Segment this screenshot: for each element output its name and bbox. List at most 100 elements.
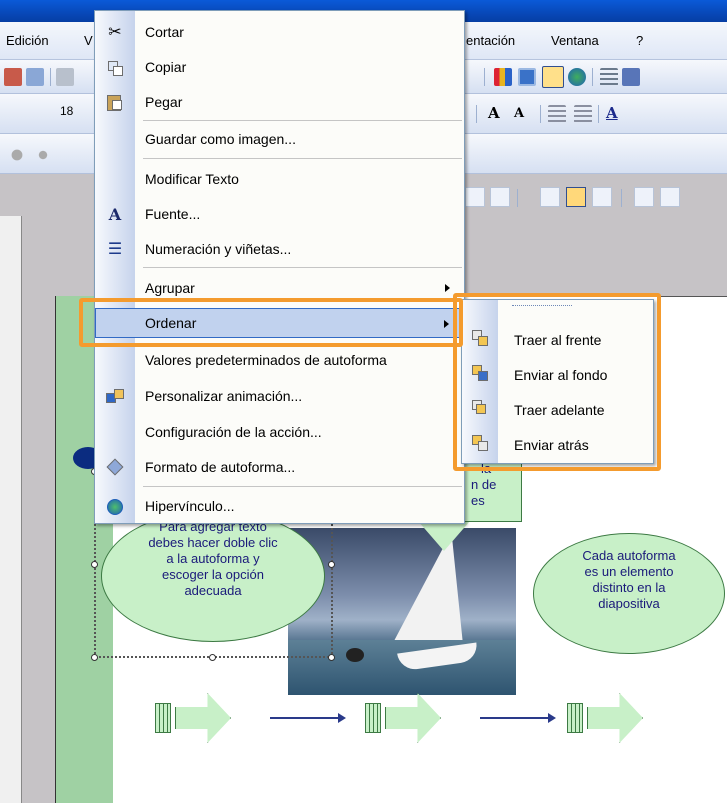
resize-handle[interactable]	[91, 561, 98, 568]
callout-tail	[418, 521, 470, 551]
distribute-button[interactable]	[634, 187, 654, 207]
menu-item-copiar[interactable]: Copiar	[95, 52, 464, 82]
menu-separator	[143, 158, 462, 159]
toolbar-separator	[598, 105, 599, 123]
text-box-icon[interactable]	[542, 66, 564, 88]
menu-separator	[143, 486, 462, 487]
increase-indent-icon[interactable]	[574, 105, 592, 123]
chart-icon[interactable]	[494, 68, 512, 86]
callout-right-line: es un elemento	[584, 564, 674, 579]
menu-item-modificar-texto[interactable]: Modificar Texto	[95, 164, 464, 194]
slides-pane[interactable]	[0, 216, 22, 803]
context-menu: ✂ Cortar Copiar Pegar Guardar como image…	[94, 10, 465, 524]
menu-separator	[143, 267, 462, 268]
submenu-arrow-icon	[445, 284, 450, 292]
decrease-indent-icon[interactable]	[548, 105, 566, 123]
callout-right-line: Cada autoforma	[582, 548, 676, 563]
submenu-item-enviar-al-fondo[interactable]: Enviar al fondo	[462, 357, 653, 391]
block-arrow[interactable]	[385, 693, 441, 743]
connector-arrow[interactable]	[270, 713, 346, 723]
ordenar-submenu: Traer al frente Enviar al fondo Traer ad…	[461, 299, 654, 464]
paste-icon	[105, 93, 125, 113]
menu-item-label: Numeración y viñetas...	[145, 241, 292, 257]
menu-item-configuracion-accion[interactable]: Configuración de la acción...	[95, 417, 464, 447]
menu-item-fuente[interactable]: A Fuente...	[95, 199, 464, 229]
menu-item-pegar[interactable]: Pegar	[95, 87, 464, 117]
show-formatting-icon[interactable]	[622, 68, 640, 86]
flow-bars	[365, 703, 381, 733]
menu-ver[interactable]: V	[84, 33, 93, 48]
toolbar-separator	[592, 68, 593, 86]
menu-item-personalizar-animacion[interactable]: Personalizar animación...	[95, 381, 464, 411]
resize-handle[interactable]	[328, 654, 335, 661]
table-icon[interactable]	[518, 68, 536, 86]
menu-edicion[interactable]: Edición	[6, 33, 49, 48]
rock	[346, 648, 364, 662]
menu-item-ordenar[interactable]: Ordenar	[95, 308, 464, 338]
menu-help[interactable]: ?	[636, 33, 643, 48]
submenu-item-traer-adelante[interactable]: Traer adelante	[462, 392, 653, 426]
bring-forward-icon	[472, 400, 490, 418]
animation-icon	[105, 387, 125, 407]
submenu-drag-grip[interactable]	[512, 305, 572, 308]
menu-item-label: Valores predeterminados de autoforma	[145, 352, 387, 368]
print-icon[interactable]	[56, 68, 74, 86]
submenu-item-enviar-atras[interactable]: Enviar atrás	[462, 427, 653, 461]
menu-item-label: Ordenar	[145, 315, 197, 331]
flow-bars	[567, 703, 583, 733]
print-preview-icon[interactable]	[4, 68, 22, 86]
block-arrow[interactable]	[175, 693, 231, 743]
toolbar-separator	[484, 68, 485, 86]
research-icon[interactable]	[26, 68, 44, 86]
menu-item-label: Hipervínculo...	[145, 498, 235, 514]
grid-button[interactable]	[660, 187, 680, 207]
menu-item-formato-autoforma[interactable]: Formato de autoforma...	[95, 452, 464, 482]
layout-button[interactable]	[490, 187, 510, 207]
menu-item-label: Modificar Texto	[145, 171, 239, 187]
menu-item-guardar-imagen[interactable]: Guardar como imagen...	[95, 124, 464, 154]
menu-item-agrupar[interactable]: Agrupar	[95, 273, 464, 303]
submenu-item-traer-al-frente[interactable]: Traer al frente	[462, 322, 653, 356]
expand-icon[interactable]	[600, 68, 618, 86]
flow-bars	[155, 703, 171, 733]
menu-separator	[143, 120, 462, 121]
scissors-icon: ✂	[108, 24, 122, 41]
bring-to-front-icon	[472, 330, 490, 348]
menu-item-hipervinculo[interactable]: Hipervínculo...	[95, 491, 464, 521]
menu-item-cortar[interactable]: ✂ Cortar	[95, 17, 464, 47]
menu-ventana[interactable]: Ventana	[551, 33, 599, 48]
resize-handle[interactable]	[328, 561, 335, 568]
hyperlink-icon[interactable]	[568, 68, 586, 86]
callout-right-line: diapositiva	[598, 596, 660, 611]
resize-handle[interactable]	[209, 654, 216, 661]
callout-right-line: distinto en la	[592, 580, 666, 595]
align-middle-button[interactable]	[566, 187, 586, 207]
font-icon: A	[108, 205, 122, 224]
list-icon: ☰	[107, 241, 123, 258]
menu-item-valores-predeterminados[interactable]: Valores predeterminados de autoforma	[95, 345, 464, 375]
submenu-item-label: Traer adelante	[514, 402, 605, 418]
font-size-select[interactable]: 18	[60, 104, 73, 118]
menu-item-label: Formato de autoforma...	[145, 459, 296, 475]
send-to-back-icon	[472, 365, 490, 383]
decrease-font-button[interactable]: A	[514, 106, 524, 121]
send-backward-icon	[472, 435, 490, 453]
block-arrow[interactable]	[587, 693, 643, 743]
callout-right[interactable]: Cada autoforma es un elemento distinto e…	[533, 533, 725, 654]
effects-icon[interactable]	[34, 146, 52, 164]
menu-item-numeracion[interactable]: ☰ Numeración y viñetas...	[95, 234, 464, 264]
align-top-button[interactable]	[540, 187, 560, 207]
resize-handle[interactable]	[91, 654, 98, 661]
increase-font-button[interactable]: A	[488, 104, 500, 122]
toolbar-separator	[50, 68, 51, 86]
connector-arrow[interactable]	[480, 713, 556, 723]
process-flow	[155, 693, 695, 743]
menu-item-label: Personalizar animación...	[145, 388, 303, 404]
layout-button[interactable]	[465, 187, 485, 207]
font-color-button[interactable]: A	[606, 104, 618, 122]
menu-presentacion[interactable]: entación	[466, 33, 515, 48]
menu-item-label: Agrupar	[145, 280, 195, 296]
paint-bucket-icon	[105, 458, 125, 478]
animation-toolbar-icon[interactable]	[8, 146, 26, 164]
align-bottom-button[interactable]	[592, 187, 612, 207]
